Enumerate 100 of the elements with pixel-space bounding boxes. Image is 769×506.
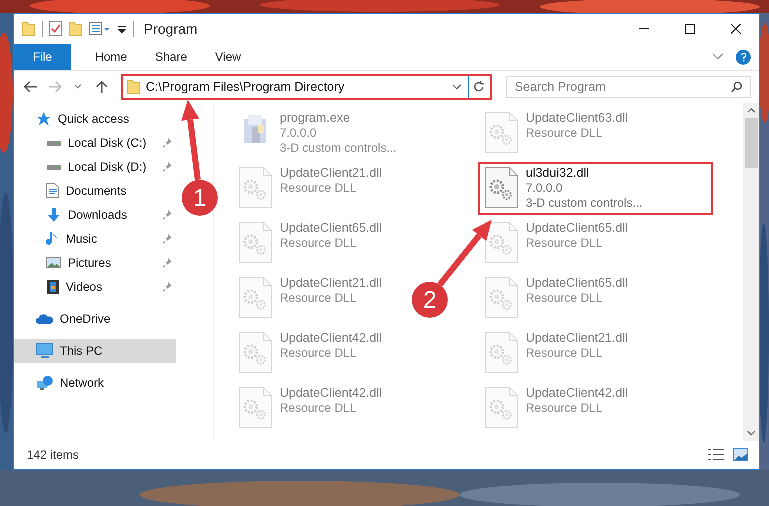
file-item[interactable]: UpdateClient42.dll Resource DLL — [478, 382, 634, 435]
sidebar-item[interactable]: Documents — [14, 179, 176, 203]
gear-file-icon — [484, 276, 520, 320]
item-count: 142 items — [27, 448, 80, 462]
file-item[interactable]: UpdateClient21.dll Resource DLL — [232, 162, 388, 215]
gear-file-icon — [484, 166, 520, 210]
chevron-down-icon[interactable] — [746, 431, 756, 436]
gear-file-icon — [238, 331, 274, 375]
file-detail: Resource DLL — [526, 401, 604, 416]
file-name: UpdateClient63.dll — [526, 111, 628, 126]
file-detail: Resource DLL — [280, 346, 358, 361]
file-name: UpdateClient42.dll — [280, 331, 382, 346]
file-item[interactable]: UpdateClient65.dll Resource DLL — [232, 217, 388, 270]
chevron-down-icon[interactable] — [452, 84, 462, 90]
search-icon — [730, 81, 743, 93]
file-item[interactable]: UpdateClient42.dll Resource DLL — [232, 382, 388, 435]
maximize-icon — [685, 24, 695, 34]
file-item[interactable]: UpdateClient21.dll Resource DLL — [478, 327, 634, 380]
file-detail: 3-D custom controls... — [526, 196, 643, 211]
sidebar-item[interactable]: Network — [14, 371, 176, 395]
sidebar-item[interactable]: Videos — [14, 275, 176, 299]
file-item[interactable]: UpdateClient65.dll Resource DLL — [478, 272, 634, 325]
address-bar[interactable]: C:\Program Files\Program Directory — [121, 74, 492, 100]
star-icon — [36, 111, 52, 127]
ribbon-tab[interactable]: Share — [141, 44, 202, 70]
sidebar-item[interactable]: Local Disk (C:) — [14, 131, 176, 155]
ribbon-tab[interactable]: Home — [81, 44, 142, 70]
file-detail: 7.0.0.0 — [526, 181, 564, 196]
callout-arrow — [438, 220, 492, 287]
file-item[interactable]: UpdateClient42.dll Resource DLL — [232, 327, 388, 380]
file-name: UpdateClient42.dll — [280, 386, 382, 401]
cloud-icon — [36, 312, 54, 326]
file-item[interactable]: ul3dui32.dll 7.0.0.0 3-D custom controls... — [478, 162, 713, 215]
file-detail: Resource DLL — [526, 291, 604, 306]
file-name: program.exe — [280, 111, 352, 126]
gear-file-icon — [238, 166, 274, 210]
step-badge — [412, 282, 448, 318]
picture-icon — [46, 256, 62, 270]
chevron-down-icon[interactable] — [712, 53, 724, 61]
checklist-icon[interactable] — [49, 21, 63, 37]
file-detail: Resource DLL — [526, 346, 604, 361]
sidebar-item[interactable]: OneDrive — [14, 307, 176, 331]
gear-file-icon — [484, 111, 520, 155]
file-detail: Resource DLL — [280, 236, 358, 251]
download-icon — [46, 207, 62, 223]
properties-icon[interactable] — [89, 22, 111, 36]
file-name: UpdateClient21.dll — [280, 166, 382, 181]
file-item[interactable]: UpdateClient65.dll Resource DLL — [478, 217, 634, 270]
ribbon-tab[interactable]: View — [201, 44, 256, 70]
search-field[interactable]: Search Program — [506, 76, 751, 98]
file-item[interactable]: program.exe 7.0.0.0 3-D custom controls... — [232, 107, 403, 160]
large-icons-view-icon[interactable] — [733, 448, 749, 462]
file-detail: Resource DLL — [280, 181, 358, 196]
step-number: 1 — [193, 185, 207, 212]
gear-file-icon — [238, 386, 274, 430]
sidebar-item[interactable]: Pictures — [14, 251, 176, 275]
window-title: Program — [144, 21, 198, 37]
file-name: ul3dui32.dll — [526, 166, 590, 181]
minimize-icon — [639, 28, 649, 30]
help-icon[interactable] — [736, 50, 751, 64]
file-detail: 3-D custom controls... — [280, 141, 397, 156]
drive-icon — [46, 140, 62, 146]
monitor-icon — [36, 343, 54, 359]
folder-icon — [22, 21, 36, 37]
file-name: UpdateClient65.dll — [526, 276, 628, 291]
drive-icon — [46, 164, 62, 170]
file-detail: Resource DLL — [526, 126, 604, 141]
file-name: UpdateClient65.dll — [526, 221, 628, 236]
sidebar-item[interactable]: Quick access — [14, 107, 176, 131]
details-view-icon[interactable] — [707, 448, 725, 462]
scrollbar-thumb[interactable] — [744, 118, 758, 168]
file-name: UpdateClient42.dll — [526, 386, 628, 401]
file-detail: Resource DLL — [280, 401, 358, 416]
network-icon — [36, 375, 54, 391]
file-name: UpdateClient65.dll — [280, 221, 382, 236]
folder-icon — [69, 21, 83, 37]
file-detail: Resource DLL — [280, 291, 358, 306]
file-name: UpdateClient21.dll — [280, 276, 382, 291]
file-tab[interactable]: File — [14, 44, 72, 70]
chevron-down-icon — [74, 84, 82, 90]
chevron-up-icon[interactable] — [746, 108, 756, 113]
folder-icon — [127, 79, 141, 95]
step-number: 2 — [423, 287, 437, 314]
close-icon — [731, 24, 741, 34]
file-name: UpdateClient21.dll — [526, 331, 628, 346]
file-item[interactable]: UpdateClient21.dll Resource DLL — [232, 272, 388, 325]
sidebar-item[interactable]: Music — [14, 227, 176, 251]
film-icon — [46, 279, 60, 295]
sidebar-item[interactable]: This PC — [14, 339, 176, 363]
file-detail: Resource DLL — [526, 236, 604, 251]
gear-file-icon — [484, 331, 520, 375]
sidebar-item[interactable]: Downloads — [14, 203, 176, 227]
step-badge — [182, 180, 218, 216]
file-item[interactable]: UpdateClient63.dll Resource DLL — [478, 107, 634, 160]
gear-file-icon — [238, 221, 274, 265]
sidebar-item[interactable]: Local Disk (D:) — [14, 155, 176, 179]
gear-file-icon — [484, 386, 520, 430]
gear-file-icon — [238, 276, 274, 320]
gear-file-icon — [484, 221, 520, 265]
document-icon — [46, 183, 60, 199]
